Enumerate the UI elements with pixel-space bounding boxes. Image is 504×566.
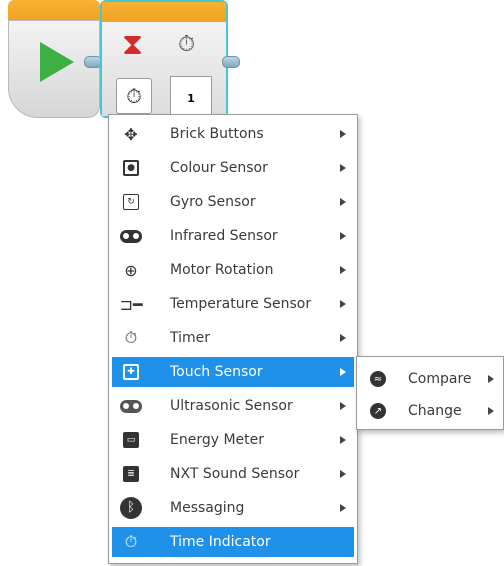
menu-item-infrared-sensor[interactable]: Infrared Sensor	[112, 221, 354, 251]
time-indicator-icon: ⏱	[126, 84, 142, 108]
menu-item-brick-buttons[interactable]: ✥ Brick Buttons	[112, 119, 354, 149]
submenu-arrow-icon	[488, 407, 494, 415]
submenu-item-label: Compare	[408, 371, 472, 387]
hourglass-icon: ⧗	[122, 27, 144, 62]
submenu-arrow-icon	[340, 266, 346, 274]
menu-item-label: Infrared Sensor	[170, 228, 278, 244]
menu-item-gyro-sensor[interactable]: ↻ Gyro Sensor	[112, 187, 354, 217]
menu-item-temperature-sensor[interactable]: ⊐━ Temperature Sensor	[112, 289, 354, 319]
submenu-arrow-icon	[340, 300, 346, 308]
submenu-arrow-icon	[340, 198, 346, 206]
colour-sensor-icon: ●	[120, 157, 142, 179]
submenu-arrow-icon	[340, 232, 346, 240]
bluetooth-icon: ᛒ	[120, 497, 142, 519]
menu-item-label: Time Indicator	[170, 534, 271, 550]
menu-item-energy-meter[interactable]: ▭ Energy Meter	[112, 425, 354, 455]
submenu-item-compare[interactable]: ≈ Compare	[360, 365, 500, 393]
menu-item-nxt-sound-sensor[interactable]: ≣ NXT Sound Sensor	[112, 459, 354, 489]
wait-block[interactable]: ⧗ ⏱ ⏱ 1	[100, 0, 228, 118]
menu-item-label: Colour Sensor	[170, 160, 268, 176]
menu-item-label: Temperature Sensor	[170, 296, 312, 312]
menu-item-label: Energy Meter	[170, 432, 265, 448]
brick-buttons-icon: ✥	[124, 124, 138, 144]
menu-item-ultrasonic-sensor[interactable]: Ultrasonic Sensor	[112, 391, 354, 421]
menu-item-label: Touch Sensor	[170, 364, 263, 380]
start-block-header	[8, 0, 100, 22]
submenu-arrow-icon	[340, 504, 346, 512]
menu-item-motor-rotation[interactable]: ⊕ Motor Rotation	[112, 255, 354, 285]
timer-id-value: 1	[187, 92, 195, 105]
energy-meter-icon: ▭	[120, 429, 142, 451]
submenu-arrow-icon	[340, 164, 346, 172]
menu-item-label: Timer	[170, 330, 211, 346]
submenu-arrow-icon	[340, 470, 346, 478]
temperature-sensor-icon: ⊐━	[119, 294, 143, 314]
menu-item-label: Messaging	[170, 500, 245, 516]
sequence-connector-out[interactable]	[222, 56, 240, 68]
menu-item-label: Motor Rotation	[170, 262, 274, 278]
infrared-sensor-icon	[120, 225, 142, 247]
menu-item-label: Gyro Sensor	[170, 194, 256, 210]
submenu-arrow-icon	[340, 130, 346, 138]
submenu-item-change[interactable]: ↗ Change	[360, 397, 500, 425]
touch-sensor-icon: ✚	[120, 361, 142, 383]
menu-item-touch-sensor[interactable]: ✚ Touch Sensor	[112, 357, 354, 387]
menu-item-label: Ultrasonic Sensor	[170, 398, 293, 414]
timer-id-parameter[interactable]: 1	[170, 76, 212, 116]
menu-item-messaging[interactable]: ᛒ Messaging	[112, 493, 354, 523]
wait-mode-menu: ✥ Brick Buttons ● Colour Sensor ↻ Gyro S…	[108, 114, 358, 564]
wait-block-body: ⧗ ⏱ ⏱ 1	[102, 22, 226, 116]
mode-selector-button[interactable]: ⏱	[116, 78, 152, 114]
menu-item-label: Brick Buttons	[170, 126, 264, 142]
submenu-arrow-icon	[488, 375, 494, 383]
play-icon	[40, 42, 74, 82]
submenu-arrow-icon	[340, 436, 346, 444]
change-icon: ↗	[370, 403, 386, 419]
menu-item-colour-sensor[interactable]: ● Colour Sensor	[112, 153, 354, 183]
submenu-item-label: Change	[408, 403, 462, 419]
nxt-sound-sensor-icon: ≣	[120, 463, 142, 485]
timer-icon: ⏱	[124, 328, 138, 347]
motor-rotation-icon: ⊕	[124, 260, 138, 280]
submenu-arrow-icon	[340, 368, 346, 376]
wait-block-header	[102, 2, 226, 24]
stopwatch-icon: ⏱	[178, 32, 196, 57]
menu-item-timer[interactable]: ⏱ Timer	[112, 323, 354, 353]
submenu-arrow-icon	[340, 402, 346, 410]
menu-item-label: NXT Sound Sensor	[170, 466, 300, 482]
ultrasonic-sensor-icon	[120, 395, 142, 417]
compare-icon: ≈	[370, 371, 386, 387]
touch-sensor-submenu: ≈ Compare ↗ Change	[356, 356, 504, 430]
submenu-arrow-icon	[340, 334, 346, 342]
menu-item-time-indicator[interactable]: ⏱ Time Indicator	[112, 527, 354, 557]
time-indicator-icon: ⏱	[124, 532, 138, 551]
gyro-sensor-icon: ↻	[120, 191, 142, 213]
